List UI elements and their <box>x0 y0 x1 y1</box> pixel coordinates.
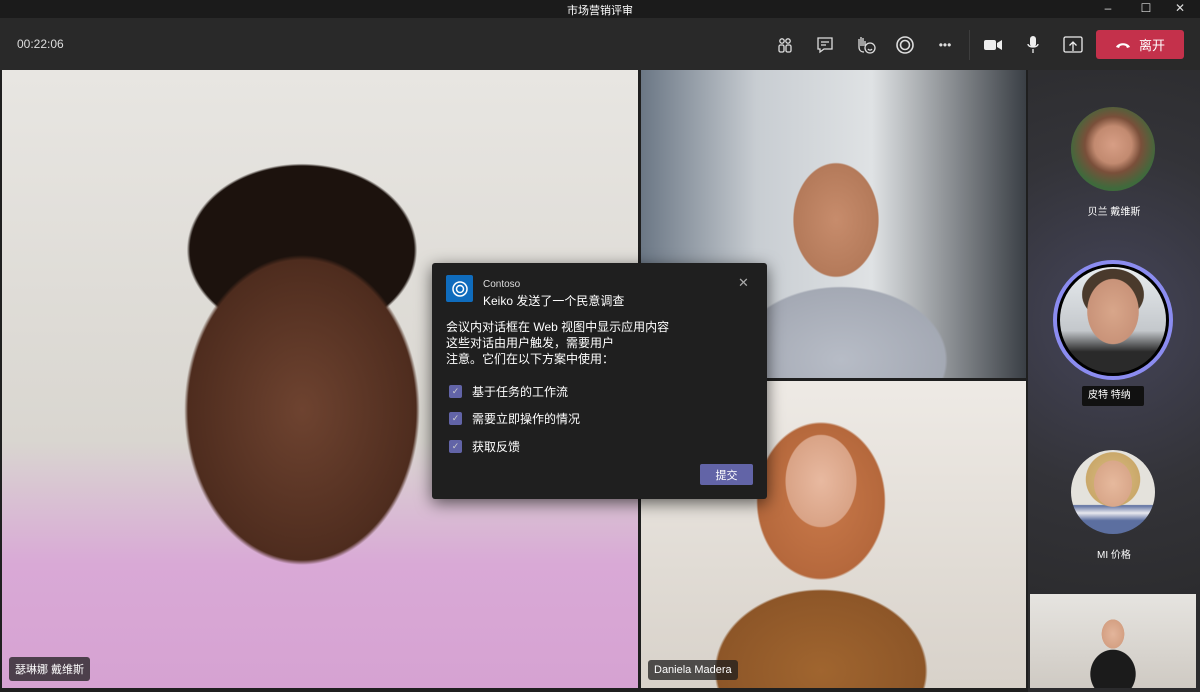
chat-icon[interactable] <box>812 32 838 58</box>
hang-up-icon <box>1115 42 1130 48</box>
body-line: 注意。它们在以下方案中使用： <box>446 352 615 366</box>
checkmark-icon: ✓ <box>449 385 462 398</box>
toolbar-divider <box>969 30 970 60</box>
option-checkbox[interactable]: ✓ 获取反馈 <box>449 438 520 455</box>
participant-name: Daniela Madera <box>648 660 738 680</box>
window-title: 市场营销评审 <box>567 5 633 17</box>
submit-button[interactable]: 提交 <box>700 464 753 485</box>
raise-hand-reactions-icon[interactable] <box>853 32 879 58</box>
apps-icon[interactable] <box>892 32 918 58</box>
dialog-body: 会议内对话框在 Web 视图中显示应用内容 这些对话由用户触发，需要用户 注意。… <box>446 319 669 367</box>
subtitle-text: 发送了一个民意调查 <box>516 294 625 308</box>
app-name: Contoso <box>483 279 521 290</box>
leave-label: 离开 <box>1138 38 1165 53</box>
speaker-name: 皮特 特纳 <box>1082 386 1144 406</box>
title-bar: 市场营销评审 – ☐ ✕ <box>0 0 1200 18</box>
participants-icon[interactable] <box>772 32 798 58</box>
option-label: 基于任务的工作流 <box>472 385 569 399</box>
camera-icon[interactable] <box>980 32 1006 58</box>
poll-dialog: Contoso Keiko 发送了一个民意调查 ✕ 会议内对话框在 Web 视图… <box>432 263 767 499</box>
more-options-button[interactable]: ••• <box>932 32 958 58</box>
body-line: 会议内对话框在 Web 视图中显示应用内容 <box>446 320 670 334</box>
avatar-speaking[interactable] <box>1053 260 1173 380</box>
meeting-toolbar: 00:22:06 ••• 离开 <box>0 18 1200 70</box>
option-checkbox[interactable]: ✓ 基于任务的工作流 <box>449 383 568 400</box>
checkmark-icon: ✓ <box>449 412 462 425</box>
dialog-subtitle: Keiko 发送了一个民意调查 <box>483 292 624 309</box>
option-label: 获取反馈 <box>472 440 521 454</box>
checkmark-icon: ✓ <box>449 440 462 453</box>
meeting-timer: 00:22:06 <box>17 37 64 51</box>
option-checkbox[interactable]: ✓ 需要立即操作的情况 <box>449 410 580 427</box>
close-window-button[interactable]: ✕ <box>1160 0 1200 18</box>
minimize-button[interactable]: – <box>1088 0 1128 18</box>
microphone-icon[interactable] <box>1020 32 1046 58</box>
avatar-name: 贝兰 戴维斯 <box>1087 207 1141 218</box>
sender-name: Keiko <box>483 294 514 308</box>
leave-button[interactable]: 离开 <box>1096 30 1184 59</box>
share-screen-icon[interactable] <box>1060 32 1086 58</box>
avatar[interactable] <box>1071 450 1155 534</box>
contoso-app-icon <box>446 275 473 302</box>
option-label: 需要立即操作的情况 <box>472 412 581 426</box>
self-video-preview[interactable] <box>1030 594 1196 688</box>
participant-name: 瑟琳娜 戴维斯 <box>9 657 91 681</box>
avatar[interactable] <box>1071 107 1155 191</box>
avatar-name: MI 价格 <box>1097 550 1131 561</box>
close-dialog-button[interactable]: ✕ <box>738 275 749 291</box>
participant-rail: 贝兰 戴维斯 皮特 特纳 MI 价格 <box>1028 70 1200 692</box>
body-line: 这些对话由用户触发，需要用户 <box>446 336 615 350</box>
